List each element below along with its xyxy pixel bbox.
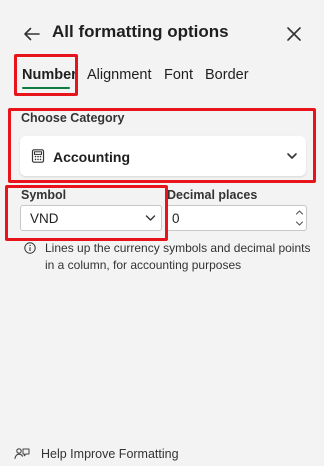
symbol-label: Symbol	[21, 188, 67, 202]
spin-down-icon[interactable]	[295, 220, 304, 227]
panel-title: All formatting options	[52, 22, 229, 41]
feedback-icon	[14, 448, 30, 460]
category-dropdown[interactable]: Accounting	[20, 136, 306, 176]
category-label: Choose Category	[21, 111, 125, 125]
spin-up-icon[interactable]	[295, 209, 304, 216]
symbol-select[interactable]: VND	[20, 205, 162, 231]
category-value: Accounting	[53, 149, 130, 165]
tab-number[interactable]: Number	[22, 67, 77, 83]
decimal-places-label: Decimal places	[167, 188, 258, 202]
info-icon	[24, 242, 36, 254]
tab-alignment[interactable]: Alignment	[87, 67, 151, 83]
tab-border[interactable]: Border	[205, 67, 249, 83]
format-tabs: Number Alignment Font Border	[0, 60, 324, 94]
arrow-left-icon[interactable]	[22, 24, 42, 44]
chevron-down-icon	[145, 215, 156, 221]
calculator-icon	[31, 149, 45, 163]
decimal-places-value: 0	[172, 211, 180, 226]
tab-font[interactable]: Font	[164, 67, 193, 83]
help-improve-label: Help Improve Formatting	[41, 447, 179, 461]
chevron-down-icon	[287, 153, 297, 159]
decimal-places-input[interactable]: 0	[166, 205, 307, 231]
close-icon[interactable]	[286, 26, 302, 42]
info-text: Lines up the currency symbols and decima…	[45, 241, 311, 272]
symbol-value: VND	[30, 211, 59, 226]
active-tab-indicator	[22, 87, 70, 89]
panel-header: All formatting options	[0, 0, 324, 64]
